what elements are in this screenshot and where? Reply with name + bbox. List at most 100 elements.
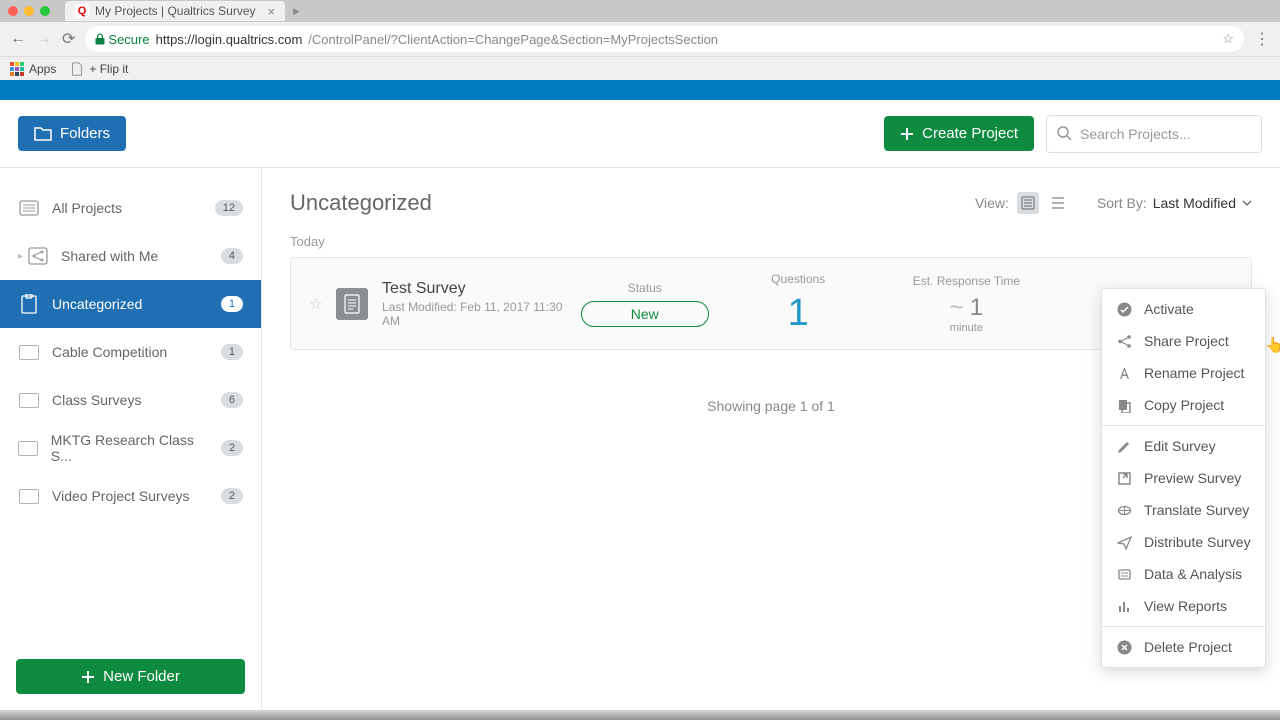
- count-badge: 6: [221, 392, 243, 408]
- project-context-menu: Activate Share Project Rename Project Co…: [1101, 288, 1266, 668]
- folders-button[interactable]: Folders: [18, 116, 126, 151]
- sidebar-item-uncategorized[interactable]: Uncategorized 1: [0, 280, 261, 328]
- chevron-down-icon: [1242, 200, 1252, 206]
- menu-divider: [1102, 425, 1265, 426]
- group-label: Today: [290, 234, 1252, 249]
- forward-button: →: [36, 30, 52, 48]
- sort-controls[interactable]: Sort By: Last Modified: [1097, 195, 1252, 211]
- address-bar[interactable]: Secure https://login.qualtrics.com/Contr…: [85, 26, 1244, 52]
- count-badge: 1: [221, 296, 243, 312]
- folder-icon: [34, 126, 52, 141]
- sidebar-item-all-projects[interactable]: All Projects 12: [0, 184, 261, 232]
- chevron-right-icon: ▸: [18, 251, 23, 262]
- favorite-star-icon[interactable]: ☆: [309, 295, 322, 313]
- search-input[interactable]: Search Projects...: [1046, 115, 1262, 153]
- browser-menu-icon[interactable]: ⋮: [1254, 29, 1270, 49]
- count-badge: 2: [221, 440, 243, 456]
- plus-icon: [900, 127, 914, 141]
- menu-data[interactable]: Data & Analysis: [1102, 558, 1265, 590]
- new-folder-button[interactable]: New Folder: [16, 659, 245, 694]
- dock-hint: [0, 710, 1280, 720]
- sidebar-item-cable[interactable]: Cable Competition 1: [0, 328, 261, 376]
- tabs-row: Q My Projects | Qualtrics Survey × ▸: [0, 0, 1280, 22]
- project-modified: Last Modified: Feb 11, 2017 11:30 AM: [382, 300, 581, 328]
- main-layout: All Projects 12 ▸ Shared with Me 4 Uncat…: [0, 168, 1280, 710]
- sidebar-item-label: Cable Competition: [52, 344, 167, 360]
- count-badge: 4: [221, 248, 243, 264]
- sidebar-item-label: All Projects: [52, 200, 122, 216]
- tab-title: My Projects | Qualtrics Survey: [95, 4, 256, 18]
- app-top-bar: [0, 80, 1280, 100]
- delete-icon: [1116, 639, 1132, 655]
- data-icon: [1116, 566, 1132, 582]
- window-controls[interactable]: [8, 6, 50, 16]
- share-icon: [27, 245, 49, 267]
- menu-translate[interactable]: Translate Survey: [1102, 494, 1265, 526]
- sidebar-item-video[interactable]: Video Project Surveys 2: [0, 472, 261, 520]
- sidebar: All Projects 12 ▸ Shared with Me 4 Uncat…: [0, 168, 262, 710]
- sidebar-item-shared[interactable]: ▸ Shared with Me 4: [0, 232, 261, 280]
- menu-edit[interactable]: Edit Survey: [1102, 430, 1265, 462]
- view-card-button[interactable]: [1017, 192, 1039, 214]
- folder-icon: [18, 437, 39, 459]
- secure-badge: Secure: [95, 32, 149, 47]
- page-icon: [70, 62, 84, 76]
- project-info: Test Survey Last Modified: Feb 11, 2017 …: [382, 280, 581, 328]
- clipboard-icon: [18, 293, 40, 315]
- bookmark-flipit[interactable]: + Flip it: [70, 62, 128, 76]
- url-path: /ControlPanel/?ClientAction=ChangePage&S…: [308, 32, 718, 47]
- favicon-icon: Q: [75, 4, 89, 18]
- count-badge: 1: [221, 344, 243, 360]
- menu-divider: [1102, 626, 1265, 627]
- menu-delete[interactable]: Delete Project: [1102, 631, 1265, 663]
- reload-button[interactable]: ⟳: [62, 29, 75, 49]
- search-icon: [1057, 126, 1072, 141]
- copy-icon: [1116, 397, 1132, 413]
- menu-copy[interactable]: Copy Project: [1102, 389, 1265, 421]
- close-tab-icon[interactable]: ×: [268, 4, 276, 19]
- url-host: https://login.qualtrics.com: [156, 32, 303, 47]
- lock-icon: [95, 33, 105, 45]
- status-column: Status New: [581, 281, 709, 327]
- folder-icon: [18, 485, 40, 507]
- est-time-column: Est. Response Time ~ 1 minute: [887, 274, 1045, 334]
- menu-distribute[interactable]: Distribute Survey: [1102, 526, 1265, 558]
- cursor-pointer-icon: 👆: [1265, 336, 1280, 354]
- menu-reports[interactable]: View Reports: [1102, 590, 1265, 622]
- minimize-window-icon[interactable]: [24, 6, 34, 16]
- folder-icon: [18, 341, 40, 363]
- list-icon: [18, 197, 40, 219]
- project-type-icon: [336, 288, 368, 320]
- send-icon: [1116, 534, 1132, 550]
- list-view-icon: [1051, 197, 1065, 209]
- sidebar-item-mktg[interactable]: MKTG Research Class S... 2: [0, 424, 261, 472]
- apps-shortcut[interactable]: Apps: [10, 62, 56, 76]
- view-list-button[interactable]: [1047, 192, 1069, 214]
- maximize-window-icon[interactable]: [40, 6, 50, 16]
- browser-tab[interactable]: Q My Projects | Qualtrics Survey ×: [65, 1, 285, 21]
- chart-icon: [1116, 598, 1132, 614]
- page-title: Uncategorized: [290, 190, 432, 216]
- pencil-icon: [1116, 438, 1132, 454]
- menu-preview[interactable]: Preview Survey: [1102, 462, 1265, 494]
- close-window-icon[interactable]: [8, 6, 18, 16]
- page-toolbar: Folders Create Project Search Projects..…: [0, 100, 1280, 168]
- create-project-button[interactable]: Create Project: [884, 116, 1034, 151]
- menu-rename[interactable]: Rename Project: [1102, 357, 1265, 389]
- menu-share[interactable]: Share Project: [1102, 325, 1265, 357]
- sidebar-item-class[interactable]: Class Surveys 6: [0, 376, 261, 424]
- globe-icon: [1116, 502, 1132, 518]
- plus-icon: [81, 670, 95, 684]
- new-tab-icon[interactable]: ▸: [293, 3, 300, 19]
- menu-activate[interactable]: Activate: [1102, 293, 1265, 325]
- count-badge: 2: [221, 488, 243, 504]
- bookmarks-bar: Apps + Flip it: [0, 56, 1280, 80]
- sidebar-item-label: Video Project Surveys: [52, 488, 189, 504]
- questions-column: Questions 1: [739, 272, 857, 335]
- bookmark-star-icon[interactable]: ☆: [1222, 31, 1234, 47]
- external-icon: [1116, 470, 1132, 486]
- sidebar-item-label: Shared with Me: [61, 248, 158, 264]
- view-controls: View:: [975, 192, 1069, 214]
- back-button[interactable]: ←: [10, 30, 26, 48]
- sidebar-item-label: Uncategorized: [52, 296, 142, 312]
